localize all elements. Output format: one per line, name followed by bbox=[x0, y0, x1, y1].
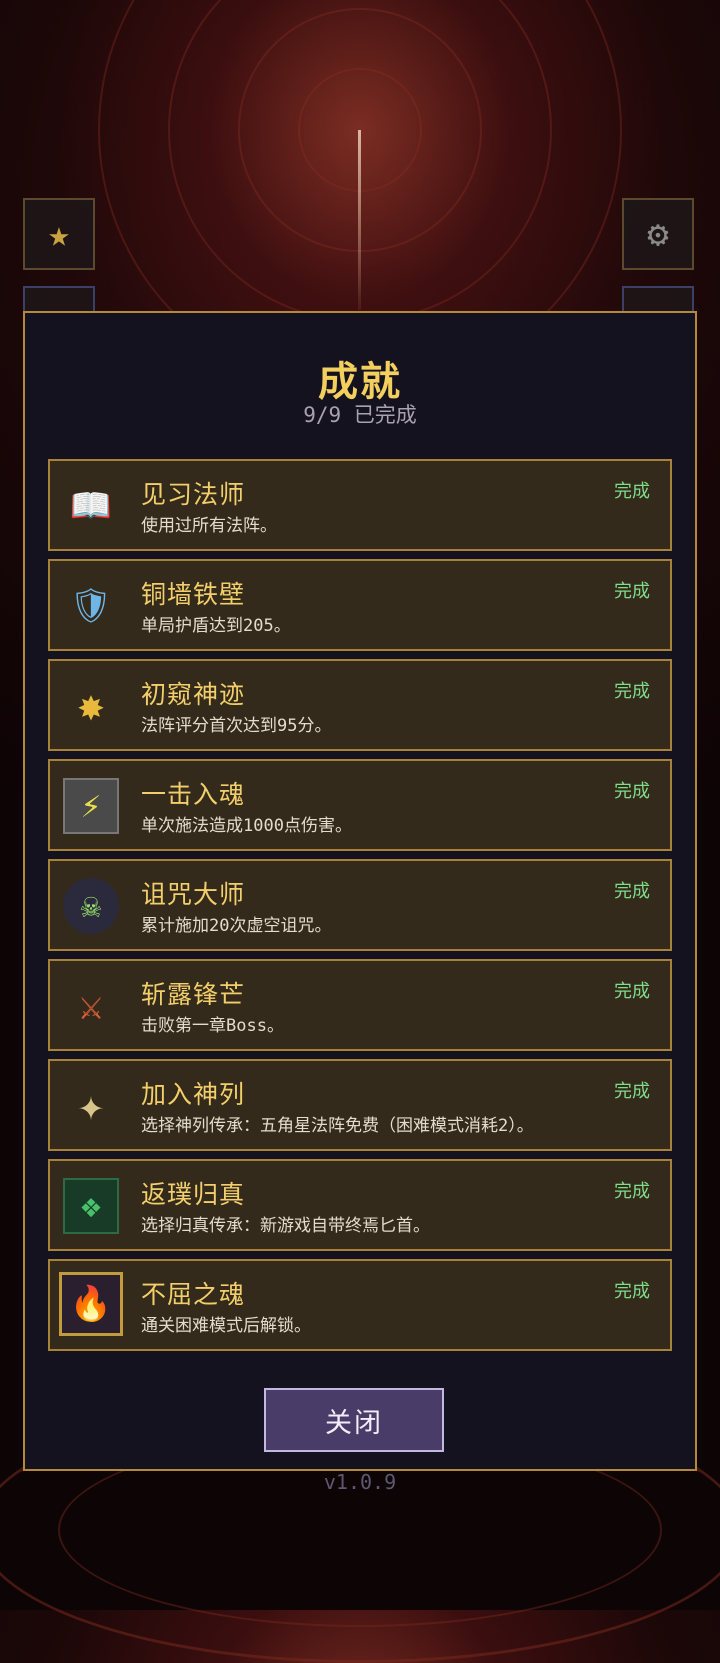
achievement-card: 🛡 铜墙铁壁 单局护盾达到205。 完成 bbox=[48, 559, 672, 651]
gear-icon: ⚙ bbox=[647, 213, 669, 255]
spellbook-icon: 📖 bbox=[69, 486, 113, 526]
achievement-title: 不屈之魂 bbox=[141, 1280, 246, 1309]
star-icon: ★ bbox=[48, 213, 70, 255]
achievement-card: 🔥 不屈之魂 通关困难模式后解锁。 完成 bbox=[48, 1259, 672, 1351]
achievement-title: 加入神列 bbox=[141, 1080, 246, 1109]
achievement-title: 铜墙铁壁 bbox=[141, 580, 246, 609]
achievement-status: 完成 bbox=[614, 881, 650, 902]
achievement-card: ✸ 初窥神迹 法阵评分首次达到95分。 完成 bbox=[48, 659, 672, 751]
green-rune-icon: ❖ bbox=[63, 1178, 119, 1234]
achievement-title: 返璞归真 bbox=[141, 1180, 246, 1209]
winged-star-emblem-icon: ✦ bbox=[77, 1080, 105, 1131]
achievement-status: 完成 bbox=[614, 1081, 650, 1102]
achievement-description: 累计施加20次虚空诅咒。 bbox=[141, 916, 332, 936]
achievement-title: 见习法师 bbox=[141, 480, 246, 509]
achievement-card: ⚡ 一击入魂 单次施法造成1000点伤害。 完成 bbox=[48, 759, 672, 851]
achievement-status: 完成 bbox=[614, 1181, 650, 1202]
achievement-status: 完成 bbox=[614, 581, 650, 602]
golden-star-badge-icon: ✸ bbox=[77, 680, 105, 731]
achievement-card: 📖 见习法师 使用过所有法阵。 完成 bbox=[48, 459, 672, 551]
background-light-beam bbox=[358, 130, 361, 310]
achievements-modal: 成就 9/9 已完成 📖 见习法师 使用过所有法阵。 完成 🛡 铜墙铁壁 单局护… bbox=[23, 311, 697, 1471]
settings-gear-button[interactable]: ⚙ bbox=[622, 198, 694, 270]
curse-skull-emblem-icon: ☠ bbox=[63, 878, 119, 934]
achievement-card: ✦ 加入神列 选择神列传承：五角星法阵免费（困难模式消耗2）。 完成 bbox=[48, 1059, 672, 1151]
achievement-description: 法阵评分首次达到95分。 bbox=[141, 716, 332, 736]
achievement-status: 完成 bbox=[614, 781, 650, 802]
purple-flame-soul-icon: 🔥 bbox=[59, 1272, 123, 1336]
achievement-description: 使用过所有法阵。 bbox=[141, 516, 277, 536]
achievement-title: 初窥神迹 bbox=[141, 680, 246, 709]
completion-count: 9/9 已完成 bbox=[303, 403, 417, 427]
achievement-description: 选择归真传承：新游戏自带终焉匕首。 bbox=[141, 1216, 430, 1236]
shield-icon: 🛡 bbox=[69, 586, 113, 626]
flaming-fist-icon: ⚡ bbox=[63, 778, 119, 834]
achievement-card: ⚔ 斩露锋芒 击败第一章Boss。 完成 bbox=[48, 959, 672, 1051]
version-label: v1.0.9 bbox=[323, 1470, 397, 1494]
achievement-description: 单局护盾达到205。 bbox=[141, 616, 291, 636]
achievement-description: 选择神列传承：五角星法阵免费（困难模式消耗2）。 bbox=[141, 1116, 534, 1136]
achievement-status: 完成 bbox=[614, 981, 650, 1002]
achievement-title: 一击入魂 bbox=[141, 780, 246, 809]
achievements-star-button[interactable]: ★ bbox=[23, 198, 95, 270]
achievement-list: 📖 见习法师 使用过所有法阵。 完成 🛡 铜墙铁壁 单局护盾达到205。 完成 … bbox=[48, 459, 672, 1359]
boss-slayer-icon: ⚔ bbox=[78, 983, 104, 1029]
achievement-card: ❖ 返璞归真 选择归真传承：新游戏自带终焉匕首。 完成 bbox=[48, 1159, 672, 1251]
achievement-description: 通关困难模式后解锁。 bbox=[141, 1316, 311, 1336]
achievement-description: 单次施法造成1000点伤害。 bbox=[141, 816, 352, 836]
achievement-status: 完成 bbox=[614, 481, 650, 502]
achievement-status: 完成 bbox=[614, 1281, 650, 1302]
achievement-status: 完成 bbox=[614, 681, 650, 702]
close-button[interactable]: 关闭 bbox=[264, 1388, 444, 1452]
achievement-title: 诅咒大师 bbox=[141, 880, 246, 909]
achievement-card: ☠ 诅咒大师 累计施加20次虚空诅咒。 完成 bbox=[48, 859, 672, 951]
achievement-title: 斩露锋芒 bbox=[141, 980, 246, 1009]
achievement-description: 击败第一章Boss。 bbox=[141, 1016, 284, 1036]
